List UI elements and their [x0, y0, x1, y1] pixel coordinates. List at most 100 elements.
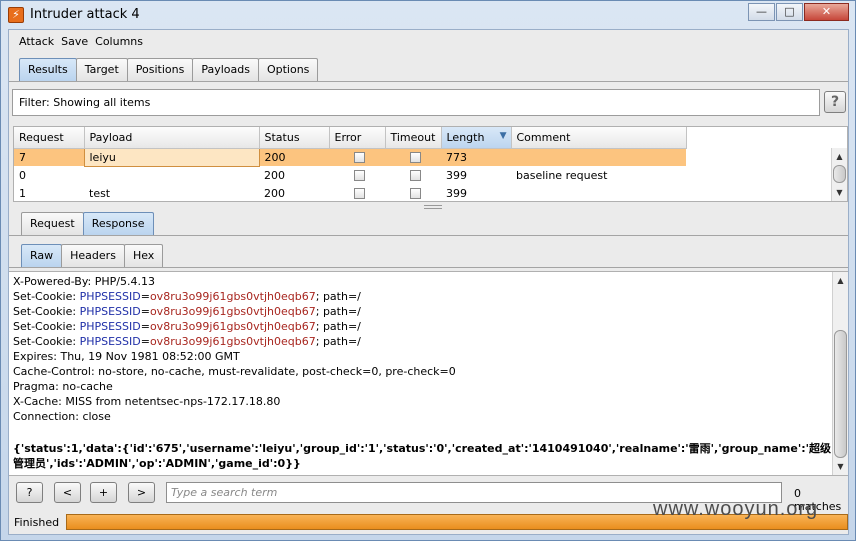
column-header-status[interactable]: Status [259, 127, 330, 149]
window-controls: — □ ✕ [747, 3, 849, 21]
scroll-down-icon[interactable]: ▼ [833, 460, 848, 474]
header-set-cookie: Set-Cookie: PHPSESSID=ov8ru3o99j61gbs0vt… [13, 290, 361, 303]
results-table: Request Payload Status Error Timeout ▼ Le… [13, 126, 848, 202]
tab-headers[interactable]: Headers [61, 244, 125, 268]
scroll-thumb[interactable] [834, 330, 847, 458]
scroll-up-icon[interactable]: ▲ [833, 274, 848, 288]
cookie-suffix: ; path=/ [315, 305, 361, 318]
cell-timeout [385, 166, 441, 184]
table-header: Request Payload Status Error Timeout ▼ Le… [14, 127, 687, 149]
cell-payload: leiyu [83, 147, 260, 167]
cookie-suffix: ; path=/ [315, 320, 361, 333]
cell-request: 1 [19, 186, 26, 200]
scroll-up-icon[interactable]: ▲ [832, 150, 847, 164]
cell-comment [511, 148, 686, 166]
set-cookie-prefix: Set-Cookie: [13, 305, 80, 318]
table-row[interactable]: 1 test 200 399 [14, 184, 686, 201]
column-header-timeout[interactable]: Timeout [385, 127, 442, 149]
tab-target[interactable]: Target [75, 58, 128, 82]
cookie-value: ov8ru3o99j61gbs0vtjh0eqb67 [149, 290, 316, 303]
tab-positions[interactable]: Positions [126, 58, 194, 82]
timeout-checkbox [410, 188, 421, 199]
cell-timeout [385, 148, 441, 166]
header-connection: Connection: close [13, 410, 111, 423]
search-help-button[interactable]: ? [16, 482, 43, 503]
cell-payload [84, 166, 259, 184]
menu-attack[interactable]: Attack [19, 35, 54, 48]
tab-request[interactable]: Request [21, 212, 84, 236]
sort-descending-icon: ▼ [499, 130, 507, 141]
cookie-suffix: ; path=/ [315, 335, 361, 348]
cookie-value: ov8ru3o99j61gbs0vtjh0eqb67 [149, 305, 316, 318]
set-cookie-prefix: Set-Cookie: [13, 320, 80, 333]
cell-comment [511, 184, 686, 201]
table-row[interactable]: 0 200 399 baseline request [14, 166, 686, 184]
set-cookie-prefix: Set-Cookie: [13, 290, 80, 303]
results-scrollbar[interactable]: ▲ ▼ [831, 148, 847, 201]
tab-payloads[interactable]: Payloads [192, 58, 259, 82]
tab-options[interactable]: Options [257, 58, 319, 82]
table-row[interactable]: 7 leiyu 200 773 [14, 147, 686, 167]
error-checkbox [354, 188, 365, 199]
next-match-button[interactable]: > [128, 482, 155, 503]
column-header-length[interactable]: ▼ Length [441, 127, 512, 149]
intruder-window: ⚡ Intruder attack 4 — □ ✕ Attack Save Co… [0, 0, 856, 541]
close-button[interactable]: ✕ [804, 3, 849, 21]
pane-splitter[interactable] [424, 205, 442, 209]
cookie-equals: = [140, 335, 150, 348]
column-header-error[interactable]: Error [329, 127, 386, 149]
maximize-button[interactable]: □ [776, 3, 803, 21]
minimize-button[interactable]: — [748, 3, 775, 21]
cookie-name: PHPSESSID [79, 305, 141, 318]
client-area: Attack Save Columns Results Target Posit… [8, 29, 849, 535]
watermark: www.wooyun.org [653, 498, 819, 520]
column-header-comment[interactable]: Comment [511, 127, 687, 149]
add-search-button[interactable]: + [90, 482, 117, 503]
cell-length: 399 [446, 186, 467, 200]
error-checkbox [354, 152, 365, 164]
tab-raw[interactable]: Raw [21, 244, 63, 268]
cell-error [329, 148, 385, 166]
header-set-cookie: Set-Cookie: PHPSESSID=ov8ru3o99j61gbs0vt… [13, 320, 361, 333]
scroll-thumb[interactable] [833, 165, 846, 183]
header-set-cookie: Set-Cookie: PHPSESSID=ov8ru3o99j61gbs0vt… [13, 335, 361, 348]
cookie-name: PHPSESSID [79, 290, 141, 303]
cookie-equals: = [140, 305, 150, 318]
header-powered-by: X-Powered-By: PHP/5.4.13 [13, 275, 155, 288]
previous-match-button[interactable]: < [54, 482, 81, 503]
header-set-cookie: Set-Cookie: PHPSESSID=ov8ru3o99j61gbs0vt… [13, 305, 361, 318]
filter-bar[interactable]: Filter: Showing all items [12, 89, 820, 116]
cookie-value: ov8ru3o99j61gbs0vtjh0eqb67 [149, 335, 316, 348]
error-checkbox [354, 170, 365, 181]
window-title: Intruder attack 4 [30, 7, 140, 22]
column-header-payload[interactable]: Payload [84, 127, 260, 149]
cookie-suffix: ; path=/ [315, 290, 361, 303]
tab-hex[interactable]: Hex [123, 244, 164, 268]
menu-columns[interactable]: Columns [95, 35, 143, 48]
cookie-name: PHPSESSID [79, 320, 141, 333]
header-pragma: Pragma: no-cache [13, 380, 113, 393]
scroll-down-icon[interactable]: ▼ [832, 186, 847, 200]
tab-results[interactable]: Results [19, 58, 77, 82]
view-tab-divider [9, 267, 848, 268]
menu-bar: Attack Save Columns [9, 30, 848, 52]
cell-timeout [385, 184, 441, 201]
cell-payload: test [89, 186, 111, 200]
response-editor[interactable]: X-Powered-By: PHP/5.4.13 Set-Cookie: PHP… [9, 271, 848, 476]
main-tabs: Results Target Positions Payloads Option… [19, 58, 319, 82]
cell-error [329, 184, 385, 201]
cell-status: 200 [264, 186, 285, 200]
column-header-request[interactable]: Request [14, 127, 85, 149]
cookie-value: ov8ru3o99j61gbs0vtjh0eqb67 [149, 320, 316, 333]
cookie-equals: = [140, 290, 150, 303]
tab-response[interactable]: Response [82, 212, 154, 236]
header-expires: Expires: Thu, 19 Nov 1981 08:52:00 GMT [13, 350, 240, 363]
cell-length: 773 [441, 148, 511, 166]
cell-request: 0 [19, 168, 26, 182]
header-cache-control: Cache-Control: no-store, no-cache, must-… [13, 365, 456, 378]
response-scrollbar[interactable]: ▲ ▼ [832, 272, 848, 475]
view-tabs: Raw Headers Hex [21, 244, 164, 268]
timeout-checkbox [410, 152, 421, 164]
filter-help-button[interactable]: ? [824, 91, 846, 113]
menu-save[interactable]: Save [61, 35, 88, 48]
